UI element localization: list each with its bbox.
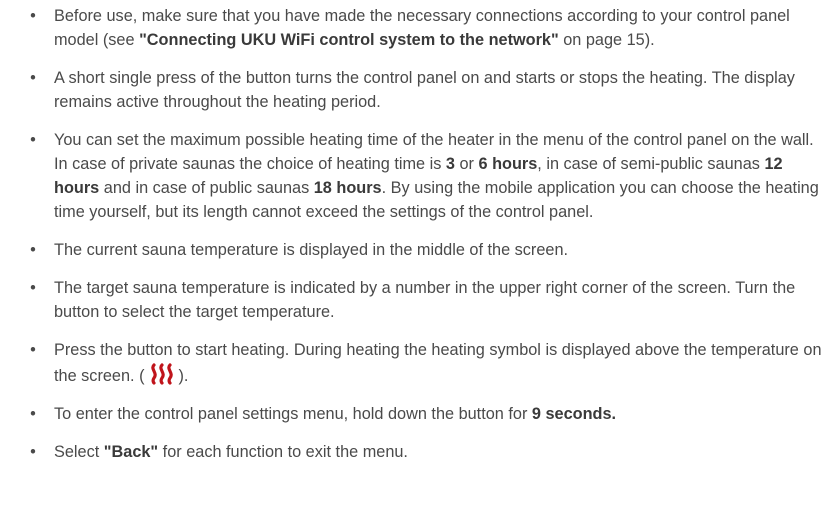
bullet: •	[30, 241, 36, 259]
item-text: Select	[54, 443, 104, 461]
item-bold: 9 seconds.	[531, 405, 617, 423]
item-text: or	[454, 155, 479, 173]
item-text: and in case of public saunas	[99, 179, 314, 197]
instruction-page: • Before use, make sure that you have ma…	[0, 0, 832, 531]
heating-symbol-icon	[150, 363, 173, 385]
bullet: •	[30, 279, 36, 297]
bullet: •	[30, 405, 36, 423]
list-item: • Select "Back" for each function to exi…	[28, 440, 828, 464]
item-bold: 6 hours	[478, 155, 538, 173]
list-item: • A short single press of the button tur…	[28, 66, 828, 114]
item-text: , in case of semi-public saunas	[537, 155, 765, 173]
item-text: A short single press of the button turns…	[54, 69, 795, 111]
bullet: •	[30, 131, 36, 149]
item-text: The target sauna temperature is indicate…	[54, 279, 796, 321]
item-bold: 18 hours	[313, 179, 382, 197]
instruction-list: • Before use, make sure that you have ma…	[28, 4, 828, 478]
item-text: The current sauna temperature is display…	[54, 241, 569, 259]
bullet: •	[30, 341, 36, 359]
item-bold: 3	[445, 155, 455, 173]
list-item: • You can set the maximum possible heati…	[28, 128, 828, 224]
item-text: ).	[178, 367, 189, 385]
bullet: •	[30, 69, 36, 87]
item-text: To enter the control panel settings menu…	[54, 405, 532, 423]
item-bold: "Back"	[103, 443, 159, 461]
list-item: • The current sauna temperature is displ…	[28, 238, 828, 262]
list-item: • The target sauna temperature is indica…	[28, 276, 828, 324]
item-text: on page 15).	[558, 31, 655, 49]
item-bold: "Connecting UKU WiFi control system to t…	[139, 31, 559, 49]
bullet: •	[30, 7, 36, 25]
item-text: for each function to exit the menu.	[158, 443, 408, 461]
list-item: • Press the button to start heating. Dur…	[28, 338, 828, 388]
list-item: • Before use, make sure that you have ma…	[28, 4, 828, 52]
bullet: •	[30, 443, 36, 461]
list-item: • To enter the control panel settings me…	[28, 402, 828, 426]
